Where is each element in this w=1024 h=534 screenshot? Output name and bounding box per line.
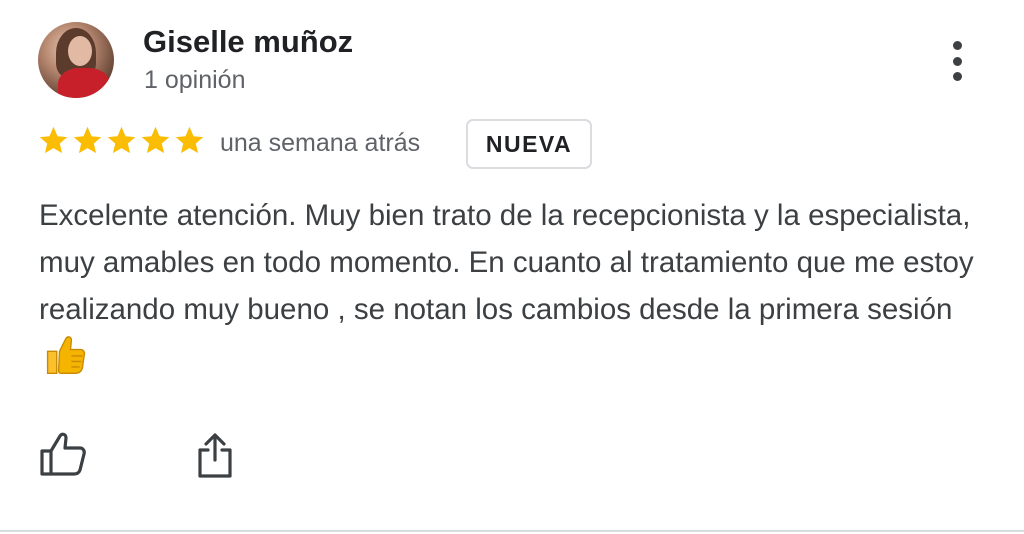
star-icon — [107, 126, 136, 154]
avatar-face — [68, 36, 92, 66]
review-text-block: Excelente atención. Muy bien trato de la… — [39, 192, 999, 383]
star-rating — [37, 124, 206, 157]
author-name[interactable]: Giselle muñoz — [143, 24, 353, 60]
star-icon — [175, 126, 204, 154]
more-vert-icon-dot — [952, 56, 962, 66]
author-review-count: 1 opinión — [144, 66, 246, 94]
more-vert-icon — [952, 41, 962, 50]
thumbs-up-emoji-icon — [46, 336, 86, 375]
review-text: Excelente atención. Muy bien trato de la… — [39, 199, 974, 326]
star-icon — [141, 126, 170, 154]
more-options-button[interactable] — [940, 38, 974, 84]
avatar-shirt — [58, 68, 110, 98]
share-icon[interactable] — [192, 430, 238, 480]
avatar[interactable] — [38, 22, 114, 98]
more-vert-icon-dot — [952, 72, 962, 81]
bottom-divider — [0, 530, 1024, 532]
review-time: una semana atrás — [220, 129, 421, 157]
star-icon — [73, 126, 102, 154]
new-badge: NUEVA — [466, 119, 592, 169]
star-icon — [39, 126, 68, 154]
thumb-up-outline-icon[interactable] — [38, 430, 88, 480]
